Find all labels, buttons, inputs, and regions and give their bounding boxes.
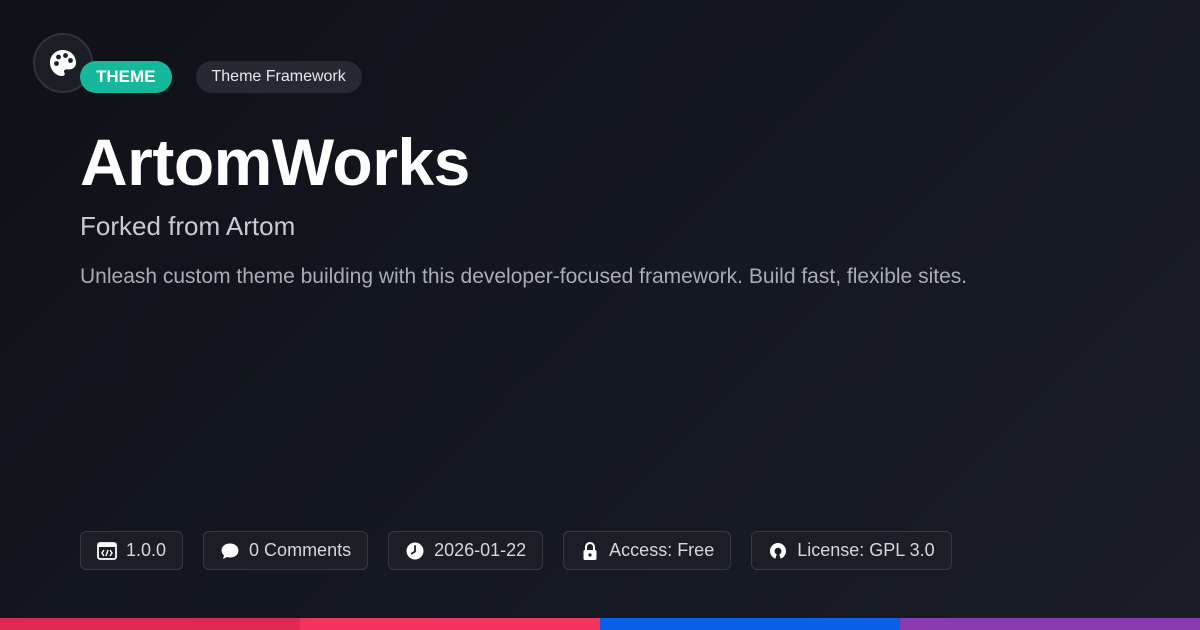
stripe-segment-3 bbox=[600, 618, 900, 630]
stripe-segment-2 bbox=[300, 618, 600, 630]
palette-icon bbox=[50, 50, 76, 76]
subtitle: Forked from Artom bbox=[80, 211, 296, 241]
category-badge[interactable]: Theme Framework bbox=[195, 61, 362, 93]
badge-row: THEME Theme Framework bbox=[80, 61, 362, 93]
stripe-segment-1 bbox=[0, 618, 300, 630]
page-title: ArtomWorks bbox=[80, 125, 470, 199]
access-chip: Access: Free bbox=[563, 531, 732, 570]
date-chip: 2026-01-22 bbox=[388, 531, 544, 570]
color-stripe bbox=[0, 618, 1200, 630]
date-label: 2026-01-22 bbox=[434, 540, 527, 560]
comment-icon bbox=[220, 541, 240, 561]
lock-icon bbox=[580, 541, 600, 561]
code-icon bbox=[97, 541, 117, 561]
license-label: License: GPL 3.0 bbox=[797, 540, 935, 560]
type-badge: THEME bbox=[80, 61, 172, 93]
version-chip: 1.0.0 bbox=[80, 531, 184, 570]
access-label: Access: Free bbox=[609, 540, 715, 560]
clock-icon bbox=[405, 541, 425, 561]
comments-chip[interactable]: 0 Comments bbox=[203, 531, 369, 570]
description: Unleash custom theme building with this … bbox=[80, 265, 968, 288]
comments-label: 0 Comments bbox=[249, 540, 352, 560]
stripe-segment-4 bbox=[900, 618, 1200, 630]
license-chip: License: GPL 3.0 bbox=[751, 531, 952, 570]
meta-row: 1.0.0 0 Comments 2026-01-22 Access: Free bbox=[80, 531, 972, 570]
version-label: 1.0.0 bbox=[126, 540, 167, 560]
open-source-icon bbox=[768, 541, 788, 561]
